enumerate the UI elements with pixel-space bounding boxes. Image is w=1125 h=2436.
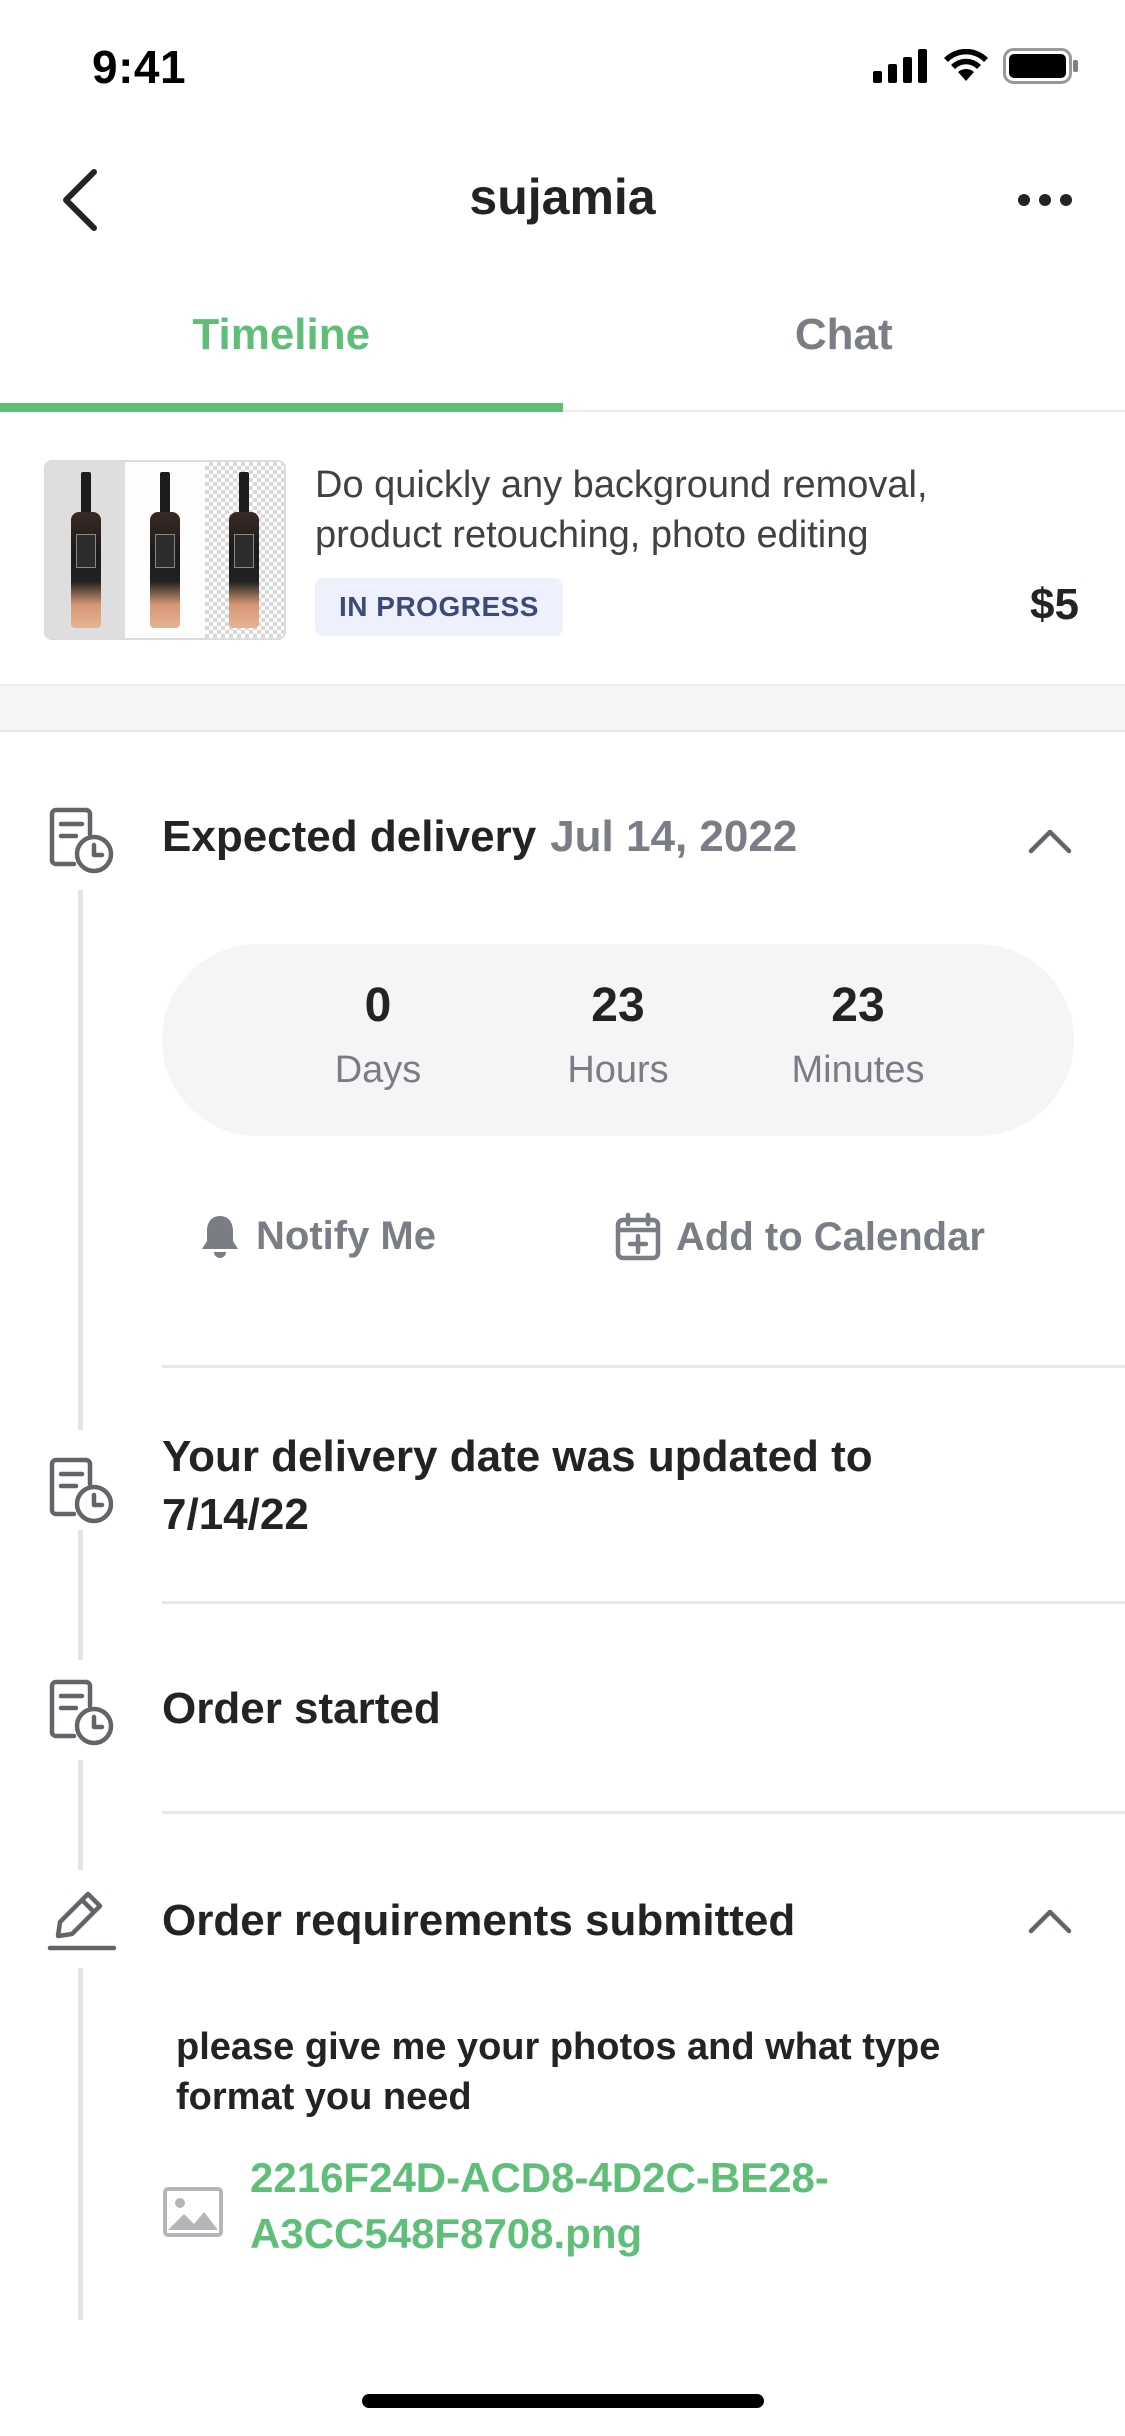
expected-delivery-heading: Expected delivery Jul 14, 2022: [162, 812, 797, 862]
wine-bottle-image: [229, 472, 260, 628]
countdown-days: 0 Days: [278, 978, 478, 1092]
notify-me-label: Notify Me: [256, 1213, 436, 1258]
status-time: 9:41: [92, 41, 187, 93]
calendar-clock-icon: [49, 1457, 114, 1524]
timeline-line: [78, 1968, 83, 2320]
wifi-icon: [944, 49, 988, 81]
cellular-signal-icon: [873, 49, 927, 83]
status-bar: 9:41: [0, 0, 1125, 140]
gig-title: Do quickly any background removal, produ…: [315, 464, 928, 556]
tab-timeline[interactable]: Timeline: [0, 280, 563, 412]
calendar-add-icon: [615, 1212, 661, 1261]
countdown-value: 0: [364, 979, 392, 1032]
bell-icon: [202, 1216, 238, 1258]
order-summary[interactable]: Do quickly any background removal, produ…: [0, 412, 1125, 686]
gig-thumbnail: [44, 460, 286, 640]
collapse-delivery-button[interactable]: [1015, 806, 1085, 876]
expected-delivery-date: Jul 14, 2022: [550, 812, 798, 861]
countdown-unit: Days: [334, 1049, 422, 1091]
countdown-value: 23: [591, 979, 645, 1032]
page-title: sujamia: [469, 169, 656, 225]
tab-chat[interactable]: Chat: [563, 280, 1125, 410]
delivery-countdown: 0 Days 23 Hours 23 Minutes: [162, 944, 1074, 1136]
tab-bar: Timeline Chat: [0, 280, 1125, 412]
chevron-up-icon: [1028, 829, 1072, 854]
countdown-minutes: 23 Minutes: [758, 978, 958, 1092]
calendar-clock-icon: [49, 807, 114, 874]
expected-delivery-label: Expected delivery: [162, 812, 537, 861]
attachment-filename[interactable]: 2216F24D-ACD8-4D2C-BE28-A3CC548F8708.png: [250, 2150, 950, 2262]
countdown-unit: Hours: [567, 1049, 669, 1091]
status-badge: IN PROGRESS: [315, 578, 563, 636]
image-file-icon: [163, 2187, 223, 2237]
event-order-started: Order started: [162, 1684, 441, 1733]
pencil-icon: [47, 1891, 117, 1951]
more-dots-icon: [1018, 194, 1072, 206]
thumbnail-panel: [204, 462, 284, 638]
calendar-clock-icon: [49, 1679, 114, 1746]
collapse-requirements-button[interactable]: [1015, 1886, 1085, 1956]
status-icons: [873, 48, 1079, 84]
more-options-button[interactable]: [1005, 160, 1085, 240]
wine-bottle-image: [149, 472, 180, 628]
battery-icon: [1003, 48, 1078, 84]
home-indicator: [362, 2394, 764, 2408]
requirements-text: please give me your photos and what type…: [176, 2026, 941, 2118]
thumbnail-panel: [46, 462, 126, 638]
countdown-value: 23: [831, 979, 885, 1032]
add-to-calendar-button[interactable]: Add to Calendar: [614, 1212, 985, 1262]
timeline-line: [78, 890, 83, 1430]
event-requirements-submitted: Order requirements submitted: [162, 1896, 796, 1945]
timeline-line: [78, 1760, 83, 1870]
attachment-link[interactable]: 2216F24D-ACD8-4D2C-BE28-A3CC548F8708.png: [162, 2150, 950, 2262]
event-date-updated: Your delivery date was updated to 7/14/2…: [162, 1432, 873, 1539]
divider: [162, 1365, 1125, 1368]
order-price: $5: [1030, 580, 1079, 629]
section-separator: [0, 686, 1125, 732]
thumbnail-panel: [125, 462, 205, 638]
add-to-calendar-label: Add to Calendar: [676, 1214, 985, 1259]
divider: [162, 1811, 1125, 1814]
nav-bar: sujamia: [0, 140, 1125, 260]
notify-me-button[interactable]: Notify Me: [198, 1212, 436, 1260]
countdown-unit: Minutes: [791, 1049, 925, 1091]
wine-bottle-image: [70, 472, 101, 628]
countdown-hours: 23 Hours: [518, 978, 718, 1092]
chevron-up-icon: [1028, 1909, 1072, 1934]
timeline-line: [78, 1530, 83, 1660]
divider: [162, 1601, 1125, 1604]
